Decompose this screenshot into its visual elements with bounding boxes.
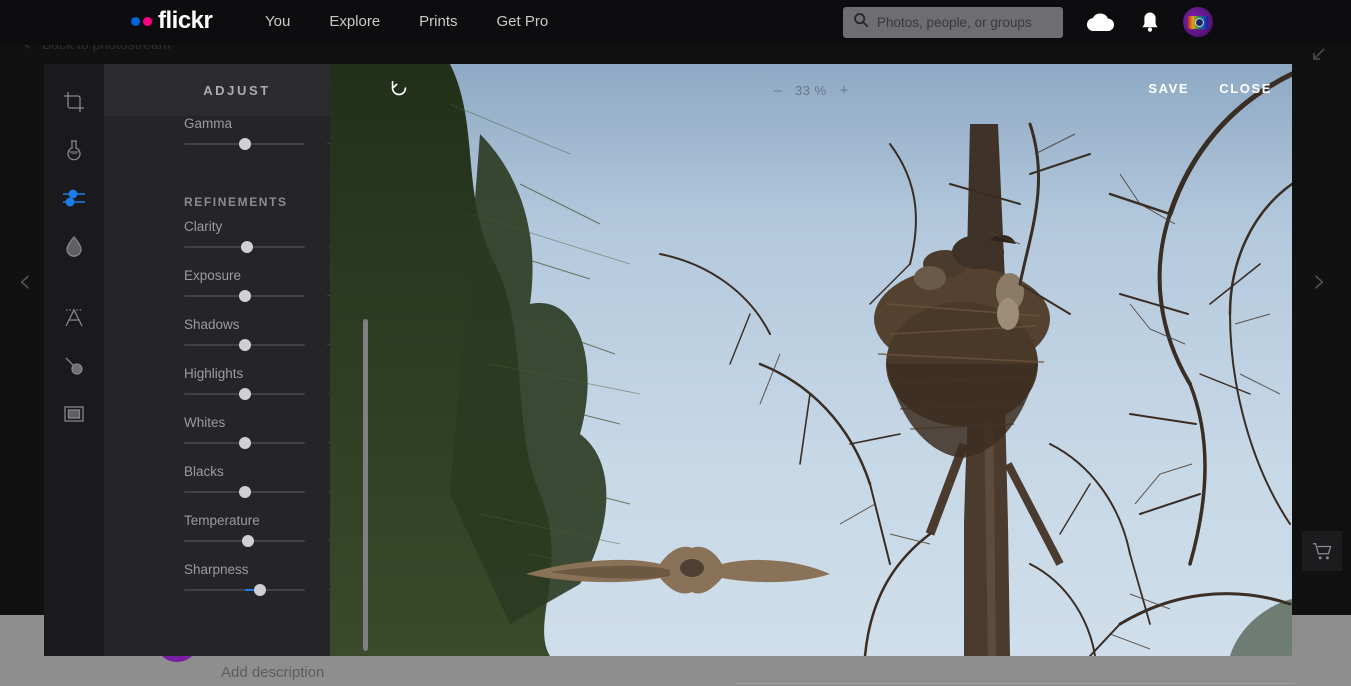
- editor-action-buttons: SAVE CLOSE: [1148, 81, 1272, 96]
- effects-flask-icon[interactable]: [44, 126, 104, 174]
- slider-thumb[interactable]: [241, 241, 253, 253]
- slider-label: Highlights: [184, 366, 244, 381]
- photo-editor: ADJUST Gamma0 REFINEMENTS Clarity5Exposu…: [44, 64, 1292, 656]
- text-tool-icon[interactable]: [44, 294, 104, 342]
- add-description-field[interactable]: Add description: [221, 664, 324, 681]
- slider-label: Shadows: [184, 317, 240, 332]
- previous-photo-button[interactable]: ‹: [18, 264, 32, 298]
- close-button[interactable]: CLOSE: [1219, 81, 1272, 96]
- adjust-sliders-icon[interactable]: [44, 174, 104, 222]
- slider-track[interactable]: [184, 535, 305, 547]
- next-photo-button[interactable]: ›: [1313, 264, 1327, 298]
- photo-canvas-image: [330, 64, 1292, 656]
- editor-tool-rail: [44, 64, 104, 656]
- slider-thumb[interactable]: [239, 486, 251, 498]
- color-droplet-icon[interactable]: [44, 222, 104, 270]
- brush-tool-icon[interactable]: [44, 342, 104, 390]
- slider-label: Exposure: [184, 268, 242, 283]
- crop-rotate-icon[interactable]: [44, 78, 104, 126]
- slider-label: Blacks: [184, 464, 224, 479]
- panel-title: ADJUST: [203, 82, 271, 98]
- panel-scrollbar[interactable]: [363, 319, 368, 651]
- zoom-out-button[interactable]: –: [774, 83, 782, 98]
- collapse-arrow-icon[interactable]: [1306, 43, 1330, 67]
- slider-label: Sharpness: [184, 562, 249, 577]
- avatar-camera-glyph: [1188, 15, 1208, 29]
- frame-border-icon[interactable]: [44, 390, 104, 438]
- slider-label: Temperature: [184, 513, 260, 528]
- slider-thumb[interactable]: [242, 535, 254, 547]
- slider-thumb[interactable]: [254, 584, 266, 596]
- nav-icon-group: [1083, 6, 1213, 38]
- main-nav-links: You Explore Prints Get Pro: [265, 12, 548, 32]
- user-avatar[interactable]: [1183, 7, 1213, 37]
- logo-dot-pink: [143, 16, 152, 26]
- nav-link-prints[interactable]: Prints: [419, 12, 457, 32]
- save-button[interactable]: SAVE: [1148, 81, 1189, 96]
- flickr-top-nav: flickr You Explore Prints Get Pro: [0, 0, 1351, 45]
- zoom-level-label: 33 %: [794, 82, 827, 98]
- logo-dot-blue: [131, 16, 140, 26]
- slider-track[interactable]: [184, 241, 305, 253]
- flickr-logo-dots: [131, 16, 152, 26]
- slider-label: Clarity: [184, 219, 223, 234]
- nav-link-explore[interactable]: Explore: [329, 12, 380, 32]
- slider-track[interactable]: [184, 486, 305, 498]
- shopping-cart-icon[interactable]: [1302, 531, 1342, 571]
- slider-track[interactable]: [184, 290, 305, 302]
- slider-track[interactable]: [184, 339, 305, 351]
- app-root: Add description ‹ › ADJUST Gamma REFINEM…: [0, 0, 1351, 686]
- nav-link-you[interactable]: You: [265, 12, 290, 32]
- flickr-logo[interactable]: flickr: [131, 7, 213, 34]
- slider-thumb[interactable]: [239, 290, 251, 302]
- search-input[interactable]: [877, 15, 1052, 30]
- slider-thumb[interactable]: [239, 339, 251, 351]
- slider-track[interactable]: [184, 584, 305, 596]
- nav-link-getpro[interactable]: Get Pro: [497, 12, 549, 32]
- upload-cloud-icon[interactable]: [1083, 6, 1117, 38]
- zoom-in-button[interactable]: +: [840, 83, 849, 98]
- search-box[interactable]: [843, 7, 1063, 38]
- editor-canvas[interactable]: – 33 % + SAVE CLOSE: [330, 64, 1292, 656]
- meta-divider: [735, 683, 1295, 684]
- slider-thumb[interactable]: [239, 138, 251, 150]
- slider-track[interactable]: [184, 138, 305, 150]
- slider-track[interactable]: [184, 437, 305, 449]
- slider-label: Whites: [184, 415, 226, 430]
- notifications-bell-icon[interactable]: [1133, 6, 1167, 38]
- slider-track[interactable]: [184, 388, 305, 400]
- slider-thumb[interactable]: [239, 437, 251, 449]
- search-icon: [853, 12, 869, 33]
- slider-thumb[interactable]: [239, 388, 251, 400]
- slider-label: Gamma: [184, 116, 233, 131]
- flickr-logo-text: flickr: [158, 7, 213, 34]
